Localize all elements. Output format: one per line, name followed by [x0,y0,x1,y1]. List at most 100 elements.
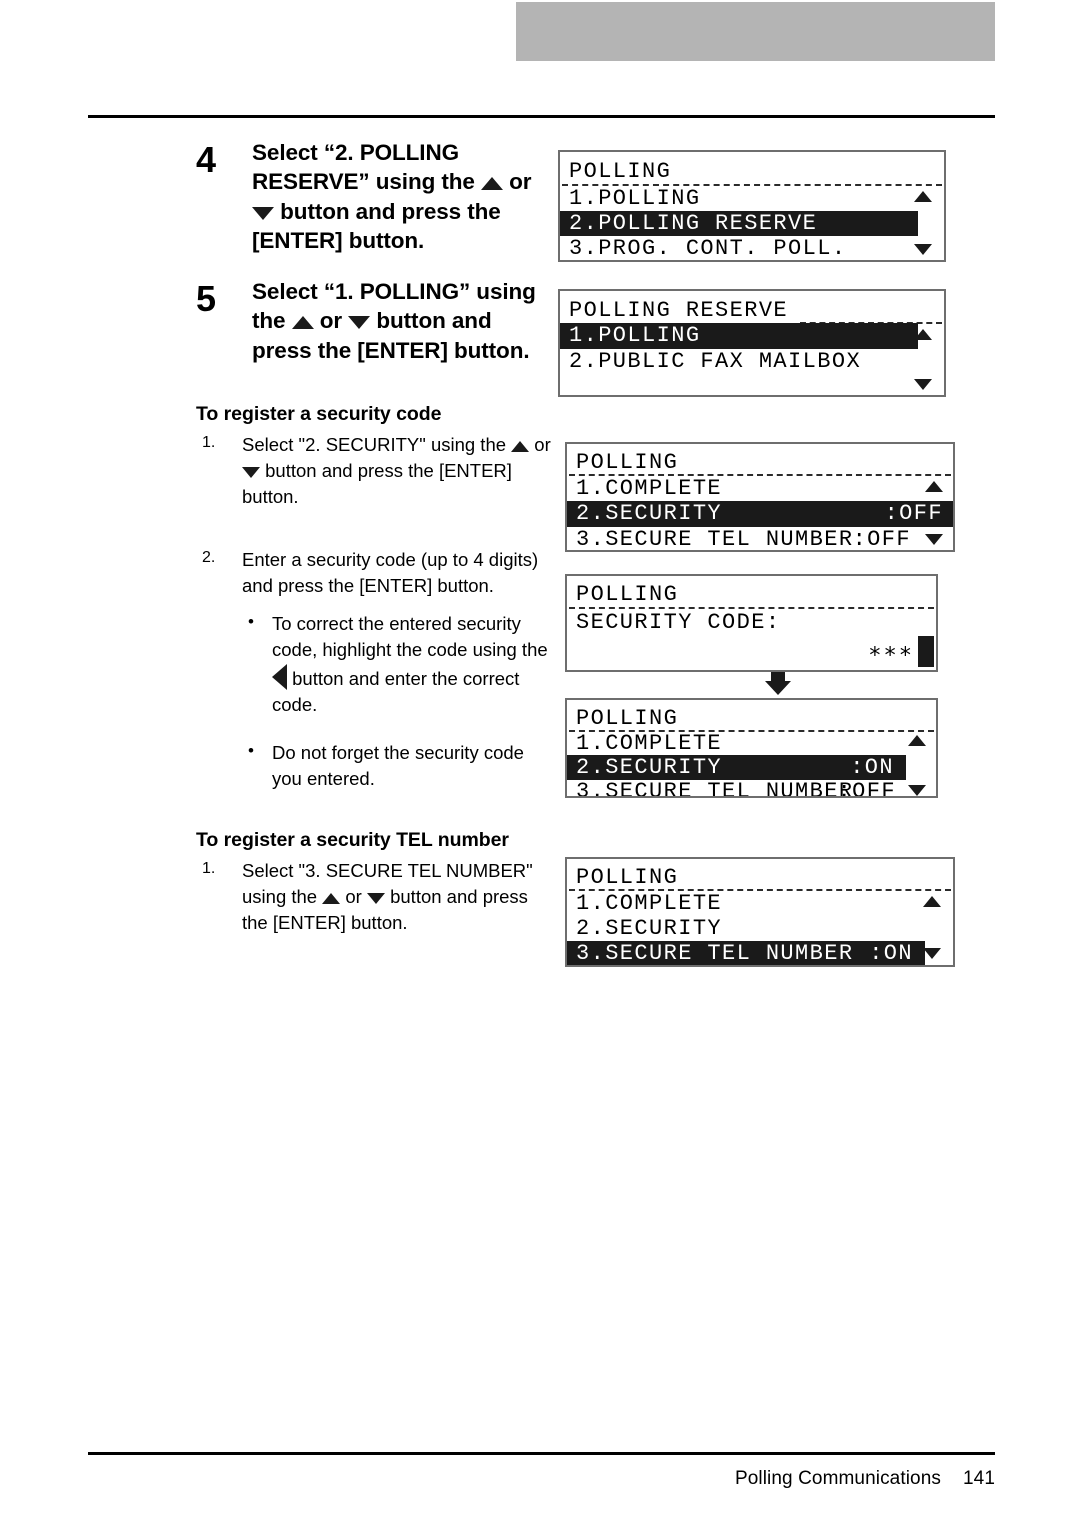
section-security-code-list: 1. Select "2. SECURITY" using the or but… [196,432,556,793]
lcd-row: 1.POLLING [560,186,944,211]
lcd-row-value: :OFF [884,501,943,526]
scroll-up-icon[interactable] [923,896,941,907]
down-arrow-icon [252,206,274,220]
lcd-prompt: SECURITY CODE: [576,610,781,635]
list-marker: 2. [202,548,216,566]
lcd-row: 2.PUBLIC FAX MAILBOX [560,349,944,375]
lcd-panel-polling-reserve: POLLING RESERVE 1.POLLING 2.PUBLIC FAX M… [558,289,946,397]
lcd-title: POLLING [576,582,679,607]
step-4-text: Select “2. POLLING RESERVE” using the or… [252,138,556,255]
list-item: • To correct the entered security code, … [242,611,556,718]
document-page: 4 Select “2. POLLING RESERVE” using the … [0,0,1080,1526]
up-arrow-icon [511,440,530,452]
lcd-row: 1.COMPLETE [567,476,953,501]
scroll-down-icon[interactable] [914,379,932,390]
header-rule [88,115,995,118]
bullet-text: Do not forget the security code you ente… [272,742,524,790]
lcd-row-label: 1.POLLING [569,185,701,211]
header-banner [516,2,995,61]
lcd-row: 3.PROG. CONT. POLL. [560,235,944,261]
footer-rule [88,1452,995,1455]
lcd-row-selected[interactable]: 3.SECURE TEL NUMBER :ON [567,941,925,966]
lcd-title: POLLING [576,706,679,731]
list-item: 1. Select "3. SECURE TEL NUMBER" using t… [196,858,556,937]
lcd-title: POLLING [569,159,672,184]
list-item: • Do not forget the security code you en… [242,740,556,793]
lcd-row-label: 1.COMPLETE [576,730,723,756]
lcd-panel-secure-tel-on: POLLING 1.COMPLETE 2.SECURITY 3.SECURE T… [565,857,955,967]
lcd-row-selected[interactable]: 1.POLLING [560,323,918,349]
lcd-panel-polling-menu: POLLING 1.POLLING 2.POLLING RESERVE 3.PR… [558,150,946,262]
bullet-text-part-1: To correct the entered security code, hi… [272,613,548,661]
lcd-row-selected[interactable]: 2.SECURITY :ON [567,755,906,780]
footer-section-title: Polling Communications [734,1468,941,1489]
scroll-down-icon[interactable] [914,244,932,255]
list-item: 1. Select "2. SECURITY" using the or but… [196,432,556,511]
list-text-part-1: Select "2. SECURITY" using the [242,433,512,455]
lcd-row-label: 3.SECURE TEL NUMBER [576,778,854,798]
step-4-text-part-2: or [502,169,532,195]
section-security-tel: To register a security TEL number 1. Sel… [196,829,556,937]
lcd-row-value: :OFF [837,778,896,798]
lcd-divider [569,607,934,609]
scroll-up-icon[interactable] [908,735,926,746]
lcd-panel-security-on: POLLING 1.COMPLETE 2.SECURITY :ON 3.SECU… [565,698,938,798]
lcd-row: 3.SECURE TEL NUMBER :OFF [567,778,936,798]
scroll-down-icon[interactable] [925,534,943,545]
bullet-text-part-2: button and enter the correct code. [272,667,520,715]
lcd-row-label: 2.SECURITY [576,915,723,941]
section-security-tel-title: To register a security TEL number [196,828,509,851]
lcd-row-label: 3.SECURE TEL NUMBER [576,941,854,966]
masked-code-value: ∗∗∗ [868,640,914,665]
scroll-down-icon[interactable] [923,948,941,959]
lcd-title: POLLING [576,865,679,890]
step-5-text-part-2: or [313,308,349,334]
list-text-part-2: or [340,885,367,907]
lcd-row-label: 2.PUBLIC FAX MAILBOX [569,349,862,374]
step-5-text: Select “1. POLLING” using the or button … [252,277,556,365]
scroll-up-icon[interactable] [914,191,932,202]
lcd-row: 2.SECURITY [567,916,953,941]
lcd-row-label: 1.POLLING [569,323,701,348]
lcd-panel-security-off: POLLING 1.COMPLETE 2.SECURITY :OFF 3.SEC… [565,442,955,552]
list-marker: 1. [202,859,216,877]
bullet-dot: • [248,612,254,632]
lcd-title: POLLING [576,450,679,475]
instruction-column: 4 Select “2. POLLING RESERVE” using the … [196,138,556,936]
left-arrow-icon [272,663,287,690]
down-arrow-icon [348,316,371,330]
footer: Polling Communications 141 [735,1468,995,1490]
list-text-part-2: or [529,433,551,455]
text-cursor [918,636,934,667]
lcd-row-label: 3.PROG. CONT. POLL. [569,235,847,261]
lcd-row-label: 2.POLLING RESERVE [569,210,818,236]
up-arrow-icon [291,316,314,330]
lcd-row-label: 1.COMPLETE [576,475,723,501]
lcd-row-selected[interactable]: 2.SECURITY :OFF [567,501,953,527]
scroll-down-icon[interactable] [908,785,926,796]
lcd-row-label: 3.SECURE TEL NUMBER [576,526,854,552]
step-4-text-part-1: Select “2. POLLING RESERVE” using the [252,140,481,195]
lcd-row-label: 2.SECURITY [576,754,723,780]
scroll-up-icon[interactable] [925,481,943,492]
lcd-row-label: 1.COMPLETE [576,890,723,916]
lcd-title: POLLING RESERVE [569,298,789,323]
bullet-dot: • [248,741,254,761]
step-4: 4 Select “2. POLLING RESERVE” using the … [196,138,556,255]
section-security-tel-list: 1. Select "3. SECURE TEL NUMBER" using t… [196,858,556,937]
step-5-number: 5 [196,278,217,319]
list-marker: 1. [202,433,216,451]
lcd-row: 1.COMPLETE [567,891,953,916]
list-text: Enter a security code (up to 4 digits) a… [242,548,539,596]
lcd-row-selected[interactable]: 2.POLLING RESERVE [560,211,918,236]
down-arrow-icon [366,892,385,904]
lcd-row-value: :OFF [852,526,911,552]
lcd-row-value: :ON [869,941,913,966]
lcd-row-value: :ON [850,754,894,780]
lcd-row: 3.SECURE TEL NUMBER :OFF [567,526,953,552]
scroll-up-icon[interactable] [914,329,932,340]
up-arrow-icon [322,892,341,904]
list-text-part-3: button and press the [ENTER] button. [242,460,512,508]
up-arrow-icon [480,177,503,191]
lcd-row: 1.COMPLETE [567,732,936,755]
